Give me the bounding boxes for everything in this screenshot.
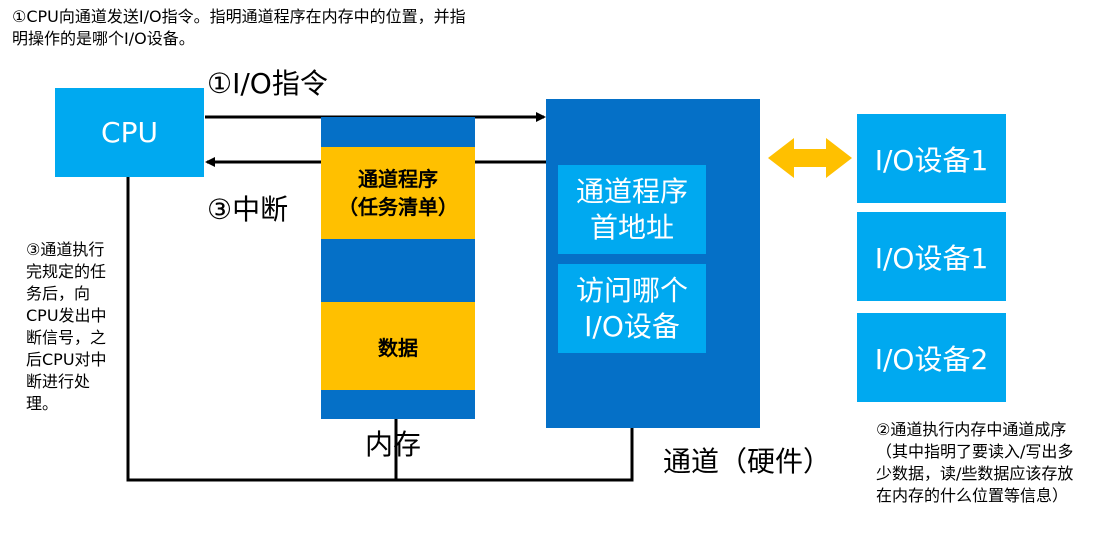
cpu-label: CPU [101,116,158,149]
channel-addr-line2: 首地址 [589,210,674,244]
right-note: ②通道执行内存中通道成序（其中指明了要读入/写出多少数据，读/些数据应该存放在内… [876,420,1074,505]
memory-block: 通道程序 （任务清单） 数据 [321,117,475,419]
io-device-label: I/O设备1 [874,143,989,177]
io-device-label: I/O设备2 [874,342,989,376]
memory-channel-program: 通道程序 （任务清单） [321,147,475,239]
channel-program-address: 通道程序 首地址 [558,165,706,254]
channel-addr-line1: 通道程序 [575,174,688,208]
channel-target-device: 访问哪个 I/O设备 [558,264,706,353]
channel-device-line2: I/O设备 [584,309,680,343]
channel-device-line1: 访问哪个 [575,273,688,307]
left-note: ③通道执行完规定的任务后，向CPU发出中断信号，之后CPU对中断进行处理。 [26,240,107,413]
channel-label: 通道（硬件） [663,445,832,478]
memory-data-label: 数据 [378,335,418,360]
io-device-box: I/O设备1 [857,212,1006,301]
memory-data: 数据 [321,302,475,390]
io-device-box: I/O设备1 [857,114,1006,203]
memory-label: 内存 [365,428,422,461]
channel-device-double-arrow [768,138,852,178]
memory-program-line2: （任务清单） [338,195,458,219]
cpu-box: CPU [55,88,204,177]
io-device-label: I/O设备1 [874,241,989,275]
memory-program-line1: 通道程序 [358,167,438,191]
io-instruction-label: ①I/O指令 [207,67,328,100]
channel-block: 通道程序 首地址 访问哪个 I/O设备 [546,99,760,428]
interrupt-label: ③中断 [207,193,289,226]
top-note: ①CPU向通道发送I/O指令。指明通道程序在内存中的位置，并指明操作的是哪个I/… [12,7,466,48]
io-device-box: I/O设备2 [857,313,1006,402]
